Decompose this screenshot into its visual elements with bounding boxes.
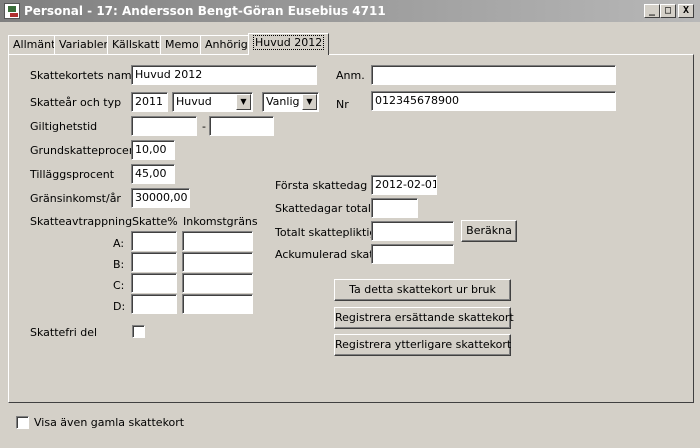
step-b-pct-input[interactable] <box>131 252 177 272</box>
step-c-limit-input[interactable] <box>182 273 253 293</box>
validity-separator: - <box>202 120 206 133</box>
step-b-label: B: <box>113 258 125 271</box>
tab-memo[interactable]: Memo <box>160 35 204 55</box>
first-day-label: Första skattedag <box>275 179 368 192</box>
chevron-down-icon[interactable]: ▼ <box>236 94 251 110</box>
days-label: Skattedagar totalt <box>275 202 376 215</box>
name-input[interactable]: Huvud 2012 <box>131 65 317 85</box>
validity-label: Giltighetstid <box>30 120 98 133</box>
days-input[interactable] <box>371 198 418 218</box>
variant-select[interactable]: Vanlig ▼ <box>262 92 319 112</box>
calculate-button[interactable]: Beräkna <box>461 220 517 242</box>
chevron-down-icon[interactable]: ▼ <box>302 94 317 110</box>
validity-to-input[interactable] <box>209 116 274 136</box>
extra-pct-label: Tilläggsprocent <box>30 168 115 181</box>
year-label: Skatteår och typ <box>30 96 122 109</box>
tab-allmant[interactable]: Allmänt <box>8 35 61 55</box>
total-taxable-input[interactable] <box>371 221 454 241</box>
tax-free-label: Skattefri del <box>30 326 98 339</box>
step-a-label: A: <box>113 237 125 250</box>
tab-anhorig[interactable]: Anhörig <box>200 35 253 55</box>
close-icon[interactable]: X <box>678 4 694 18</box>
step-c-pct-input[interactable] <box>131 273 177 293</box>
show-old-checkbox[interactable] <box>16 416 29 429</box>
app-icon <box>4 3 20 19</box>
nr-input[interactable]: 012345678900 <box>371 91 616 111</box>
step-a-pct-input[interactable] <box>131 231 177 251</box>
year-input[interactable]: 2011 <box>131 92 168 112</box>
accum-label: Ackumulerad skatt <box>275 248 378 261</box>
retire-tax-card-button[interactable]: Ta detta skattekort ur bruk <box>334 279 511 301</box>
step-c-label: C: <box>113 279 125 292</box>
limit-input[interactable]: 30000,00 <box>131 188 190 208</box>
anm-input[interactable] <box>371 65 616 85</box>
step-a-limit-input[interactable] <box>182 231 253 251</box>
income-limit-header: Inkomstgräns <box>183 215 258 228</box>
tax-pct-header: Skatte% <box>132 215 178 228</box>
tab-huvud-2012[interactable]: Huvud 2012 <box>248 33 330 55</box>
accum-input[interactable] <box>371 244 454 264</box>
minimize-icon[interactable]: _ <box>644 4 660 18</box>
maximize-icon[interactable]: □ <box>660 4 676 18</box>
step-b-limit-input[interactable] <box>182 252 253 272</box>
register-replacement-button[interactable]: Registrera ersättande skattekort <box>334 307 514 329</box>
step-label: Skatteavtrappning <box>30 215 133 228</box>
tab-kallskatt[interactable]: Källskatt <box>107 35 165 55</box>
step-d-label: D: <box>113 300 126 313</box>
type-select[interactable]: Huvud ▼ <box>172 92 253 112</box>
step-d-limit-input[interactable] <box>182 294 253 314</box>
base-pct-label: Grundskatteprocent <box>30 144 141 157</box>
base-pct-input[interactable]: 10,00 <box>131 140 175 160</box>
limit-label: Gränsinkomst/år <box>30 192 121 205</box>
anm-label: Anm. <box>336 69 365 82</box>
tab-variabler[interactable]: Variabler <box>54 35 114 55</box>
total-taxable-label: Totalt skattepliktigt <box>275 226 381 239</box>
first-day-input[interactable]: 2012-02-01 <box>371 175 437 195</box>
step-d-pct-input[interactable] <box>131 294 177 314</box>
validity-from-input[interactable] <box>131 116 197 136</box>
tax-free-checkbox[interactable] <box>132 325 145 338</box>
name-label: Skattekortets namn <box>30 69 139 82</box>
register-additional-button[interactable]: Registrera ytterligare skattekort <box>334 334 511 356</box>
window-title: Personal - 17: Andersson Bengt-Göran Eus… <box>24 4 386 18</box>
show-old-label: Visa även gamla skattekort <box>34 416 185 429</box>
nr-label: Nr <box>336 98 349 111</box>
extra-pct-input[interactable]: 45,00 <box>131 164 175 184</box>
